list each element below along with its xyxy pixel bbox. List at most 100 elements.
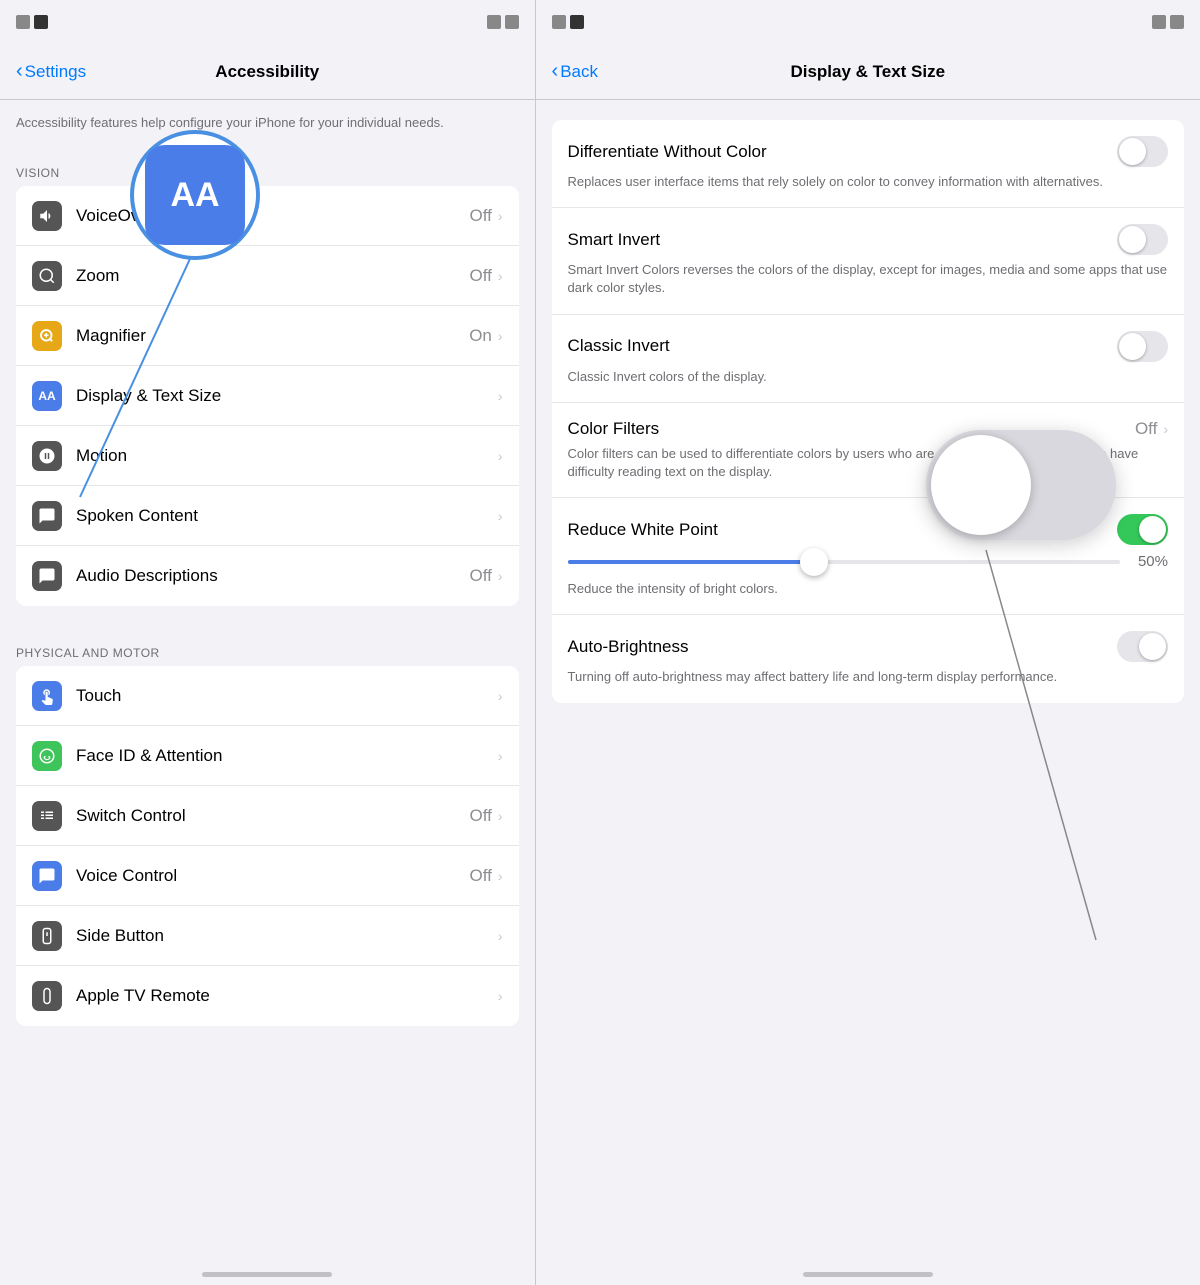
slider-thumb[interactable]: [800, 548, 828, 576]
left-nav-title: Accessibility: [215, 62, 319, 82]
classic-invert-toggle[interactable]: [1117, 331, 1168, 362]
right-status-sq1: [552, 15, 566, 29]
right-panel: ‹ Back Display & Text Size Differentiate…: [536, 0, 1200, 1285]
reduce-white-point-slider-track[interactable]: [568, 560, 1120, 564]
right-settings-group: Differentiate Without Color Replaces use…: [552, 120, 1184, 703]
smart-invert-desc: Smart Invert Colors reverses the colors …: [568, 261, 1168, 297]
face-id-icon: [32, 741, 62, 771]
color-filters-chevron-icon: ›: [1163, 421, 1168, 437]
display-text-size-item[interactable]: AA Display & Text Size ›: [16, 366, 519, 426]
status-sq2: [34, 15, 48, 29]
display-text-size-chevron-icon: ›: [498, 388, 503, 404]
vision-list-group: VoiceOver Off › Zoom Off › Magni: [16, 186, 519, 606]
switch-control-item[interactable]: Switch Control Off ›: [16, 786, 519, 846]
display-text-size-icon: AA: [32, 381, 62, 411]
face-id-chevron-icon: ›: [498, 748, 503, 764]
spoken-content-icon: [32, 501, 62, 531]
reduce-white-point-toggle[interactable]: [1117, 514, 1168, 545]
motion-icon: [32, 441, 62, 471]
audio-descriptions-item[interactable]: Audio Descriptions Off ›: [16, 546, 519, 606]
physical-motor-list-group: Touch › Face ID & Attention › Switch Con…: [16, 666, 519, 1026]
audio-descriptions-icon: [32, 561, 62, 591]
smart-invert-toggle[interactable]: [1117, 224, 1168, 255]
magnifier-label: Magnifier: [76, 326, 469, 346]
vision-section-header: VISION: [0, 146, 535, 186]
audio-descriptions-value: Off: [470, 566, 492, 586]
differentiate-toggle-thumb: [1119, 138, 1146, 165]
auto-brightness-label: Auto-Brightness: [568, 637, 689, 657]
reduce-white-point-value: 50%: [1130, 553, 1168, 570]
slider-fill: [568, 560, 817, 564]
voice-control-icon: [32, 861, 62, 891]
left-content: Accessibility features help configure yo…: [0, 100, 535, 1026]
smart-invert-item: Smart Invert Smart Invert Colors reverse…: [552, 208, 1184, 314]
right-back-chevron-icon: ‹: [552, 60, 559, 83]
reduce-white-point-desc: Reduce the intensity of bright colors.: [568, 580, 1168, 598]
physical-motor-section-header: PHYSICAL AND MOTOR: [0, 626, 535, 666]
classic-invert-toggle-thumb: [1119, 333, 1146, 360]
motion-item[interactable]: Motion ›: [16, 426, 519, 486]
aa-circle: AA: [130, 130, 260, 260]
side-button-icon: [32, 921, 62, 951]
voice-control-item[interactable]: Voice Control Off ›: [16, 846, 519, 906]
side-button-item[interactable]: Side Button ›: [16, 906, 519, 966]
right-home-indicator: [803, 1272, 933, 1277]
side-button-label: Side Button: [76, 926, 498, 946]
magnifier-item[interactable]: Magnifier On ›: [16, 306, 519, 366]
zoom-label: Zoom: [76, 266, 470, 286]
auto-brightness-desc: Turning off auto-brightness may affect b…: [568, 668, 1168, 686]
aa-overlay: AA: [130, 130, 260, 260]
left-back-button[interactable]: ‹ Settings: [16, 60, 86, 83]
motion-label: Motion: [76, 446, 498, 466]
touch-icon: [32, 681, 62, 711]
right-status-right: [1152, 15, 1184, 29]
switch-control-label: Switch Control: [76, 806, 470, 826]
right-nav-bar: ‹ Back Display & Text Size: [536, 44, 1200, 100]
status-sq1: [16, 15, 30, 29]
left-back-label[interactable]: Settings: [25, 62, 86, 82]
voiceover-item[interactable]: VoiceOver Off ›: [16, 186, 519, 246]
right-status-left: [552, 15, 584, 29]
spoken-content-label: Spoken Content: [76, 506, 498, 526]
classic-invert-label: Classic Invert: [568, 336, 670, 356]
accessibility-description-text: Accessibility features help configure yo…: [16, 115, 444, 130]
status-right: [487, 15, 519, 29]
voiceover-chevron-icon: ›: [498, 208, 503, 224]
display-text-size-label: Display & Text Size: [76, 386, 498, 406]
left-status-bar: [0, 0, 535, 44]
zoom-item[interactable]: Zoom Off ›: [16, 246, 519, 306]
smart-invert-label: Smart Invert: [568, 230, 661, 250]
apple-tv-remote-item[interactable]: Apple TV Remote ›: [16, 966, 519, 1026]
color-filters-right: Off ›: [1135, 419, 1168, 439]
aa-text: AA: [170, 176, 219, 215]
classic-invert-row: Classic Invert: [568, 331, 1168, 362]
classic-invert-item: Classic Invert Classic Invert colors of …: [552, 315, 1184, 403]
right-status-sq3: [1152, 15, 1166, 29]
display-text-size-icon-text: AA: [38, 389, 55, 403]
spoken-content-item[interactable]: Spoken Content ›: [16, 486, 519, 546]
touch-chevron-icon: ›: [498, 688, 503, 704]
face-id-item[interactable]: Face ID & Attention ›: [16, 726, 519, 786]
right-status-sq2: [570, 15, 584, 29]
right-scroll-content: Differentiate Without Color Replaces use…: [536, 100, 1200, 1251]
touch-item[interactable]: Touch ›: [16, 666, 519, 726]
zoom-value: Off: [470, 266, 492, 286]
right-back-button[interactable]: ‹ Back: [552, 60, 598, 83]
right-status-sq4: [1170, 15, 1184, 29]
differentiate-label: Differentiate Without Color: [568, 142, 767, 162]
back-chevron-icon: ‹: [16, 60, 23, 83]
switch-control-value: Off: [470, 806, 492, 826]
right-back-label[interactable]: Back: [560, 62, 598, 82]
zoom-icon: [32, 261, 62, 291]
auto-brightness-toggle[interactable]: [1117, 631, 1168, 662]
left-nav-bar: ‹ Settings Accessibility: [0, 44, 535, 100]
switch-control-icon: [32, 801, 62, 831]
status-left: [16, 15, 48, 29]
toggle-zoom-overlay: [926, 430, 1116, 540]
smart-invert-row: Smart Invert: [568, 224, 1168, 255]
smart-invert-toggle-thumb: [1119, 226, 1146, 253]
audio-descriptions-chevron-icon: ›: [498, 568, 503, 584]
differentiate-toggle[interactable]: [1117, 136, 1168, 167]
status-sq4: [505, 15, 519, 29]
left-panel: ‹ Settings Accessibility Accessibility f…: [0, 0, 535, 1285]
